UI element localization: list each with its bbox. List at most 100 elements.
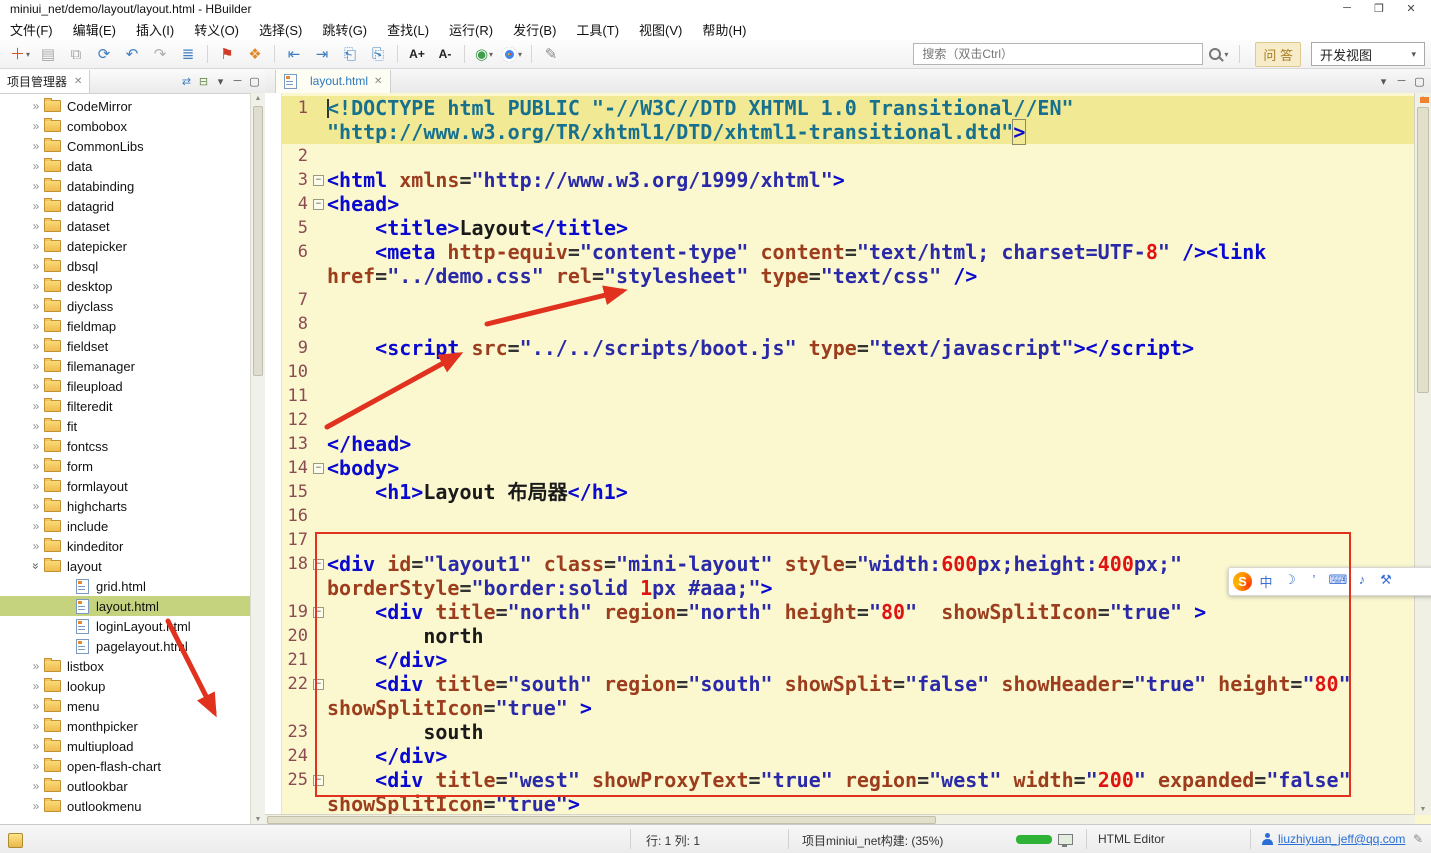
- close-icon[interactable]: ✕: [74, 76, 82, 87]
- code-area[interactable]: 1 <!DOCTYPE html PUBLIC "-//W3C//DTD XHTM…: [265, 93, 1415, 815]
- menu-item-4[interactable]: 选择(S): [249, 20, 312, 39]
- tree-item-databinding[interactable]: » databinding: [0, 176, 251, 196]
- toolbox-icon[interactable]: ⚒: [1374, 572, 1398, 591]
- chrome-button[interactable]: ▾: [498, 42, 526, 66]
- menu-item-7[interactable]: 运行(R): [439, 20, 503, 39]
- code-line-14[interactable]: 14 <body>: [265, 456, 1415, 480]
- tree-item-fileupload[interactable]: » fileupload: [0, 376, 251, 396]
- tree-item-dbsql[interactable]: » dbsql: [0, 256, 251, 276]
- format-button[interactable]: ≣: [174, 42, 202, 66]
- next-edit-button[interactable]: ⇥: [308, 42, 336, 66]
- minimize-editor-icon[interactable]: ─: [1394, 75, 1409, 88]
- tree-item-fit[interactable]: » fit: [0, 416, 251, 436]
- code-line-1[interactable]: 1 <!DOCTYPE html PUBLIC "-//W3C//DTD XHTM…: [265, 96, 1415, 120]
- prev-doc-button[interactable]: ⎗: [336, 42, 364, 66]
- code-line-wrap-25[interactable]: showSplitIcon="true" >: [265, 696, 1415, 720]
- close-button[interactable]: ✕: [1395, 0, 1427, 16]
- tree-item-grid.html[interactable]: grid.html: [0, 576, 251, 596]
- code-line-7[interactable]: 7: [265, 288, 1415, 312]
- tag-button[interactable]: ❖: [241, 42, 269, 66]
- tree-item-monthpicker[interactable]: » monthpicker: [0, 716, 251, 736]
- tree-item-combobox[interactable]: » combobox: [0, 116, 251, 136]
- tree-item-highcharts[interactable]: » highcharts: [0, 496, 251, 516]
- tree-item-lookup[interactable]: » lookup: [0, 676, 251, 696]
- sidebar-scrollbar[interactable]: ▲ ▼: [250, 93, 265, 825]
- feedback-button[interactable]: ✎: [537, 42, 565, 66]
- code-line-22[interactable]: 22 <div title="south" region="south" sho…: [265, 672, 1415, 696]
- scrollbar-thumb[interactable]: [1417, 107, 1429, 393]
- tree-item-multiupload[interactable]: » multiupload: [0, 736, 251, 756]
- sogou-input-bar[interactable]: S 中 ☽’ ⌨ ♪ ⚒: [1228, 567, 1431, 596]
- collapse-all-icon[interactable]: ⊟: [196, 75, 211, 88]
- punctuation-icon[interactable]: ’: [1302, 572, 1326, 591]
- tree-item-filteredit[interactable]: » filteredit: [0, 396, 251, 416]
- tree-item-CommonLibs[interactable]: » CommonLibs: [0, 136, 251, 156]
- tree-item-outlookmenu[interactable]: » outlookmenu: [0, 796, 251, 816]
- view-select[interactable]: 开发视图 ▾: [1311, 42, 1425, 66]
- scroll-down-icon[interactable]: ▼: [1415, 806, 1431, 813]
- menu-item-2[interactable]: 插入(I): [126, 20, 184, 39]
- maximize-panel-icon[interactable]: ▢: [247, 75, 262, 88]
- menu-item-5[interactable]: 跳转(G): [312, 20, 377, 39]
- code-line-17[interactable]: 17: [265, 528, 1415, 552]
- prev-edit-button[interactable]: ⇤: [280, 42, 308, 66]
- code-line-23[interactable]: 23 south: [265, 720, 1415, 744]
- menu-item-1[interactable]: 编辑(E): [63, 20, 126, 39]
- editor-menu-icon[interactable]: ▾: [1376, 75, 1391, 88]
- code-line-wrap-1[interactable]: "http://www.w3.org/TR/xhtml1/DTD/xhtml1-…: [265, 119, 1415, 145]
- next-doc-button[interactable]: ⎘: [364, 42, 392, 66]
- editor-vscrollbar[interactable]: ▲ ▼: [1414, 93, 1431, 815]
- lang-cn-icon[interactable]: 中: [1254, 572, 1278, 591]
- menu-item-10[interactable]: 视图(V): [629, 20, 692, 39]
- tree-item-filemanager[interactable]: » filemanager: [0, 356, 251, 376]
- bookmark-button[interactable]: ⚑: [213, 42, 241, 66]
- code-line-20[interactable]: 20 north: [265, 624, 1415, 648]
- keyboard-icon[interactable]: ⌨: [1326, 572, 1350, 591]
- tree-item-layout[interactable]: » layout: [0, 556, 251, 576]
- panel-menu-icon[interactable]: ▾: [213, 75, 228, 88]
- menu-item-6[interactable]: 查找(L): [377, 20, 439, 39]
- scroll-down-icon[interactable]: ▼: [251, 816, 265, 823]
- tree-item-formlayout[interactable]: » formlayout: [0, 476, 251, 496]
- preview-button[interactable]: ◉ ▾: [470, 42, 498, 66]
- tree-item-outlookbar[interactable]: » outlookbar: [0, 776, 251, 796]
- code-line-24[interactable]: 24 </div>: [265, 744, 1415, 768]
- save-button[interactable]: ▤: [34, 42, 62, 66]
- scrollbar-thumb[interactable]: [267, 816, 936, 824]
- code-line-2[interactable]: 2: [265, 144, 1415, 168]
- menu-item-11[interactable]: 帮助(H): [692, 20, 756, 39]
- new-file-button[interactable]: ＋ ▾: [6, 42, 34, 66]
- tree-item-loginLayout.html[interactable]: loginLayout.html: [0, 616, 251, 636]
- scroll-up-icon[interactable]: ▲: [251, 95, 265, 102]
- tree-item-pagelayout.html[interactable]: pagelayout.html: [0, 636, 251, 656]
- code-line-9[interactable]: 9 <script src="../../scripts/boot.js" ty…: [265, 336, 1415, 360]
- scrollbar-thumb[interactable]: [253, 106, 263, 376]
- tree-item-listbox[interactable]: » listbox: [0, 656, 251, 676]
- font-decrease-button[interactable]: A-: [431, 42, 459, 66]
- redo-button[interactable]: ↷: [146, 42, 174, 66]
- tree-item-diyclass[interactable]: » diyclass: [0, 296, 251, 316]
- tree-item-datagrid[interactable]: » datagrid: [0, 196, 251, 216]
- account-link[interactable]: liuzhiyuan_jeff@qq.com: [1278, 832, 1405, 846]
- code-line-wrap-7[interactable]: href="../demo.css" rel="stylesheet" type…: [265, 264, 1415, 288]
- code-line-3[interactable]: 3 <html xmlns="http://www.w3.org/1999/xht…: [265, 168, 1415, 192]
- code-line-16[interactable]: 16: [265, 504, 1415, 528]
- qa-button[interactable]: 问 答: [1255, 41, 1301, 67]
- tree-item-desktop[interactable]: » desktop: [0, 276, 251, 296]
- tree-item-open-flash-chart[interactable]: » open-flash-chart: [0, 756, 251, 776]
- maximize-editor-icon[interactable]: ▢: [1412, 75, 1427, 88]
- undo-button[interactable]: ↶: [118, 42, 146, 66]
- tree-item-data[interactable]: » data: [0, 156, 251, 176]
- tree-item-include[interactable]: » include: [0, 516, 251, 536]
- code-line-5[interactable]: 5 <title>Layout</title>: [265, 216, 1415, 240]
- code-line-4[interactable]: 4 <head>: [265, 192, 1415, 216]
- code-line-25[interactable]: 25 <div title="west" showProxyText="true…: [265, 768, 1415, 792]
- code-line-13[interactable]: 13 </head>: [265, 432, 1415, 456]
- tree-item-menu[interactable]: » menu: [0, 696, 251, 716]
- menu-item-3[interactable]: 转义(O): [184, 20, 249, 39]
- minimize-button[interactable]: ─: [1331, 0, 1363, 16]
- code-line-8[interactable]: 8: [265, 312, 1415, 336]
- refresh-button[interactable]: ⟳: [90, 42, 118, 66]
- tab-project-manager[interactable]: 项目管理器 ✕: [0, 69, 91, 93]
- code-line-wrap-29[interactable]: showSplitIcon="true">: [265, 792, 1415, 815]
